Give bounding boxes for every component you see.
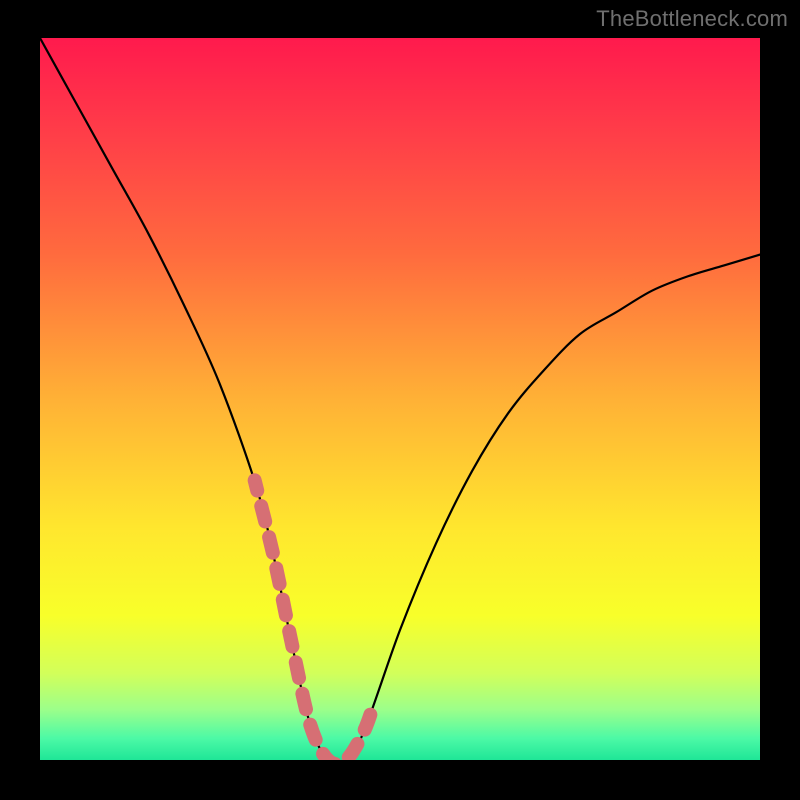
bottleneck-curve-svg	[40, 38, 760, 760]
minimum-marker-dashes	[255, 480, 375, 760]
plot-area	[40, 38, 760, 760]
watermark-text: TheBottleneck.com	[596, 6, 788, 32]
chart-root: TheBottleneck.com	[0, 0, 800, 800]
bottleneck-curve-path	[40, 38, 760, 760]
